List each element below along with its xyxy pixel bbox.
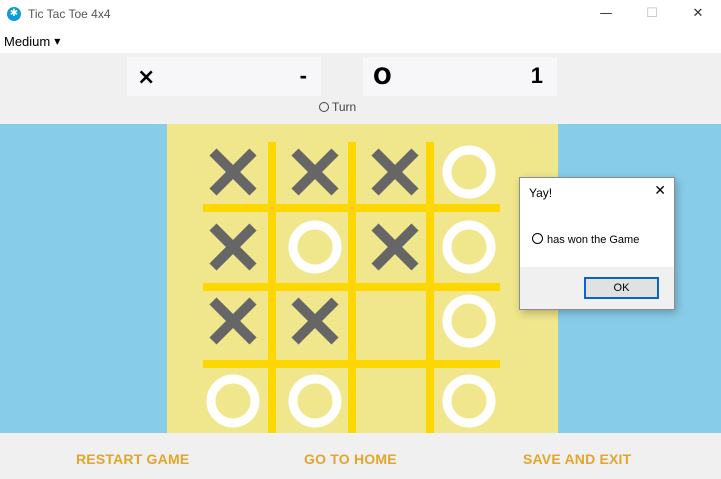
player-o-score-panel: O 1 xyxy=(363,57,557,96)
board-grid xyxy=(203,142,500,433)
empty-cell[interactable] xyxy=(365,291,425,351)
player-o-score: 1 xyxy=(530,63,543,88)
app-icon: ✱ xyxy=(7,7,21,21)
dialog-message-text: has won the Game xyxy=(547,234,640,246)
grid-line-horizontal xyxy=(203,360,500,368)
maximize-button[interactable]: ☐ xyxy=(629,0,675,29)
difficulty-dropdown[interactable]: Medium ▼ xyxy=(4,34,60,49)
o-turn-icon xyxy=(319,102,329,112)
o-piece[interactable] xyxy=(288,220,342,274)
menu-bar: Medium ▼ xyxy=(0,29,721,53)
difficulty-label: Medium xyxy=(4,34,51,49)
game-board xyxy=(167,124,558,433)
o-piece[interactable] xyxy=(442,294,496,348)
x-symbol-icon: × xyxy=(137,65,156,90)
grid-line-horizontal xyxy=(203,283,500,291)
minimize-button[interactable]: — xyxy=(583,0,629,29)
grid-line-horizontal xyxy=(203,204,500,212)
o-piece[interactable] xyxy=(206,374,260,428)
window-title: Tic Tac Toe 4x4 xyxy=(28,7,111,21)
player-x-score-panel: × - xyxy=(127,57,321,96)
x-piece[interactable] xyxy=(209,148,257,196)
x-piece[interactable] xyxy=(209,223,257,271)
title-bar: ✱ Tic Tac Toe 4x4 — ☐ ✕ xyxy=(0,0,721,29)
save-and-exit-button[interactable]: SAVE AND EXIT xyxy=(523,451,631,467)
dialog-footer: OK xyxy=(520,267,674,309)
empty-cell[interactable] xyxy=(365,371,425,431)
win-dialog: Yay! ✕ has won the Game OK xyxy=(519,177,675,310)
turn-label: Turn xyxy=(332,100,357,114)
o-piece[interactable] xyxy=(442,374,496,428)
player-x-score: - xyxy=(299,63,307,88)
restart-game-button[interactable]: RESTART GAME xyxy=(76,451,189,467)
dialog-title: Yay! xyxy=(529,186,553,200)
x-piece[interactable] xyxy=(291,148,339,196)
o-piece[interactable] xyxy=(288,374,342,428)
go-to-home-button[interactable]: GO TO HOME xyxy=(304,451,397,467)
x-piece[interactable] xyxy=(209,297,257,345)
o-winner-icon xyxy=(532,233,543,244)
x-piece[interactable] xyxy=(371,148,419,196)
x-piece[interactable] xyxy=(291,297,339,345)
ok-button[interactable]: OK xyxy=(584,277,659,299)
dialog-close-icon[interactable]: ✕ xyxy=(654,183,666,199)
o-piece[interactable] xyxy=(442,220,496,274)
turn-indicator: Turn xyxy=(319,100,356,114)
close-button[interactable]: ✕ xyxy=(675,0,721,29)
dialog-message: has won the Game xyxy=(532,233,639,246)
x-piece[interactable] xyxy=(371,223,419,271)
o-piece[interactable] xyxy=(442,145,496,199)
o-symbol-icon: O xyxy=(373,65,392,90)
chevron-down-icon: ▼ xyxy=(54,37,61,46)
